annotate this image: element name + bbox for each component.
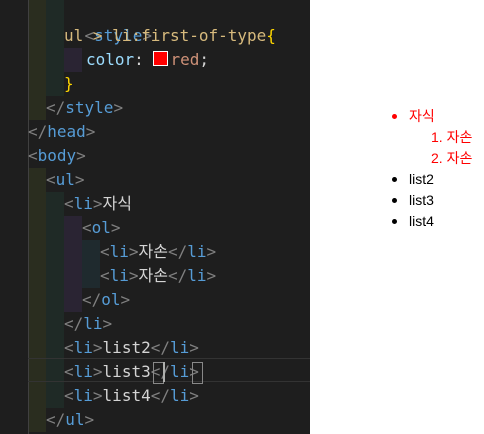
code-line: <li>자손</li> bbox=[100, 242, 217, 261]
preview-nested-item: 1. 자손 bbox=[431, 129, 473, 145]
indent-band bbox=[28, 168, 46, 432]
text-list3: list3 bbox=[102, 362, 151, 381]
indent-band bbox=[64, 216, 82, 312]
css-brace-open: { bbox=[266, 26, 276, 45]
text-cursor bbox=[163, 362, 165, 382]
bracket-match bbox=[192, 362, 203, 384]
code-line: <li>list4</li> bbox=[64, 386, 199, 405]
code-editor[interactable]: <style> ul > li:first-of-type{ color: re… bbox=[0, 0, 310, 434]
preview-nested-item: 2. 자손 bbox=[431, 150, 473, 166]
code-line: <li>list3</li> bbox=[64, 362, 199, 381]
list-bullet bbox=[392, 198, 397, 203]
indent-band bbox=[82, 240, 100, 288]
css-brace-close: } bbox=[64, 74, 74, 93]
list-bullet bbox=[392, 219, 397, 224]
indent-band bbox=[28, 0, 46, 120]
text-list2: list2 bbox=[102, 338, 151, 357]
css-selector: ul > li:first-of-type bbox=[64, 26, 267, 45]
list-bullet bbox=[392, 177, 397, 182]
code-line: <ol> bbox=[82, 218, 121, 237]
preview-item: list3 bbox=[409, 192, 434, 208]
text-list4: list4 bbox=[102, 386, 151, 405]
code-line: <li>자식 bbox=[64, 194, 132, 213]
code-line: </style> bbox=[46, 98, 124, 117]
indent-band bbox=[64, 48, 82, 72]
code-line: ul > li:first-of-type{ bbox=[64, 24, 276, 48]
code-line: </li> bbox=[64, 314, 113, 333]
preview-item-first: 자식 bbox=[409, 108, 435, 124]
preview-item: list2 bbox=[409, 171, 434, 187]
code-line: color: red; bbox=[86, 50, 209, 69]
code-line: <style> bbox=[84, 26, 152, 45]
text-child: 자식 bbox=[102, 194, 132, 213]
code-line: </ol> bbox=[82, 290, 131, 309]
code-line: </head> bbox=[28, 122, 96, 141]
css-property: color bbox=[86, 50, 135, 69]
code-line: <li>list2</li> bbox=[64, 338, 199, 357]
code-line: } bbox=[64, 72, 74, 96]
color-swatch-icon[interactable] bbox=[153, 51, 169, 66]
browser-preview: 자식 1. 자손 2. 자손 list2 list3 list4 bbox=[310, 0, 484, 434]
list-bullet bbox=[392, 114, 397, 119]
code-line: <li>자손</li> bbox=[100, 266, 217, 285]
code-line: <body> bbox=[28, 146, 86, 165]
preview-item: list4 bbox=[409, 213, 434, 229]
text-grandchild: 자손 bbox=[138, 266, 168, 285]
text-grandchild: 자손 bbox=[138, 242, 168, 261]
code-line: <ul> bbox=[46, 170, 85, 189]
css-value: red bbox=[170, 50, 200, 69]
code-line: </ul> bbox=[46, 410, 95, 429]
